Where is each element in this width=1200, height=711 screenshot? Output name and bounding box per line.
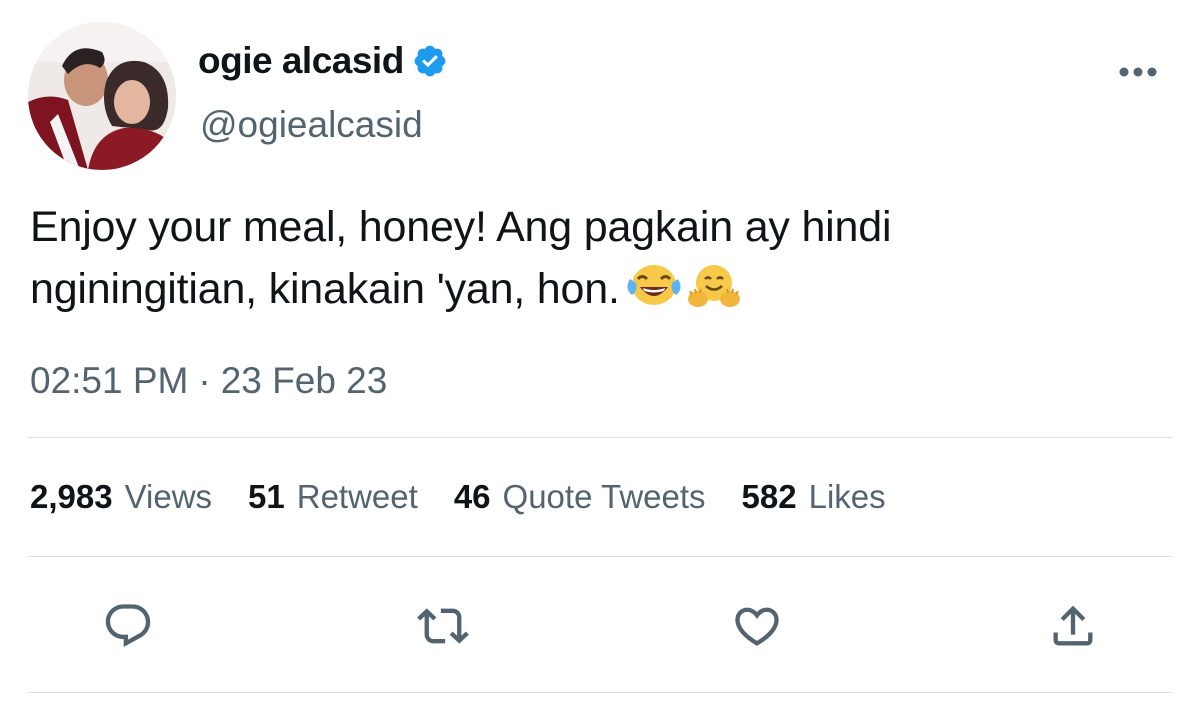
divider-bottom	[28, 692, 1172, 693]
like-button[interactable]	[727, 596, 787, 656]
retweets-label: Retweet	[296, 478, 418, 515]
timestamp-separator: ·	[198, 360, 211, 401]
author-name-row[interactable]: ogie alcasid	[198, 38, 448, 84]
reply-icon	[105, 604, 151, 648]
likes-label: Likes	[808, 478, 886, 515]
face-with-tears-of-joy-icon	[626, 261, 682, 309]
share-button[interactable]	[1043, 596, 1103, 656]
divider-top	[28, 437, 1172, 438]
display-name[interactable]: ogie alcasid	[198, 40, 404, 82]
tweet-date-link[interactable]: 23 Feb 23	[221, 360, 388, 402]
tweet-container: ogie alcasid @ogiealcasid Enjoy your mea…	[0, 0, 1200, 711]
avatar-photo	[28, 22, 176, 170]
tweet-text-line-2-wrapper: nginingitian, kinakain 'yan, hon.	[30, 258, 1180, 320]
verified-badge-icon	[412, 43, 448, 79]
more-dots-icon	[1119, 67, 1157, 77]
divider-middle	[28, 556, 1172, 557]
tweet-timestamp: 02:51 PM · 23 Feb 23	[30, 360, 387, 402]
retweet-icon	[417, 608, 469, 644]
avatar[interactable]	[28, 22, 176, 170]
retweet-button[interactable]	[413, 596, 473, 656]
tweet-text-line-1: Enjoy your meal, honey! Ang pagkain ay h…	[30, 203, 892, 251]
views-label: Views	[124, 478, 213, 515]
quote-tweets-label: Quote Tweets	[502, 478, 706, 515]
stat-views[interactable]: 2,983 Views	[30, 478, 212, 516]
stat-retweets[interactable]: 51 Retweet	[248, 478, 418, 516]
share-icon	[1053, 605, 1093, 646]
reply-button[interactable]	[98, 596, 158, 656]
like-icon	[735, 607, 779, 646]
views-count: 2,983	[30, 478, 113, 515]
tweet-actions	[0, 596, 1200, 656]
tweet-time-link[interactable]: 02:51 PM	[30, 360, 188, 402]
tweet-text-line-2: nginingitian, kinakain 'yan, hon.	[30, 265, 620, 313]
likes-count: 582	[741, 478, 797, 515]
tweet-stats: 2,983 Views 51 Retweet 46 Quote Tweets 582 L…	[30, 478, 886, 516]
author-handle[interactable]: @ogiealcasid	[200, 104, 423, 146]
quote-tweets-count: 46	[453, 478, 491, 515]
retweets-count: 51	[248, 478, 285, 515]
more-options-button[interactable]	[1108, 52, 1168, 92]
hugging-face-icon	[684, 261, 740, 309]
tweet-text: Enjoy your meal, honey! Ang pagkain ay h…	[30, 196, 1180, 320]
stat-likes[interactable]: 582 Likes	[742, 478, 886, 516]
stat-quote-tweets[interactable]: 46 Quote Tweets	[454, 478, 706, 516]
